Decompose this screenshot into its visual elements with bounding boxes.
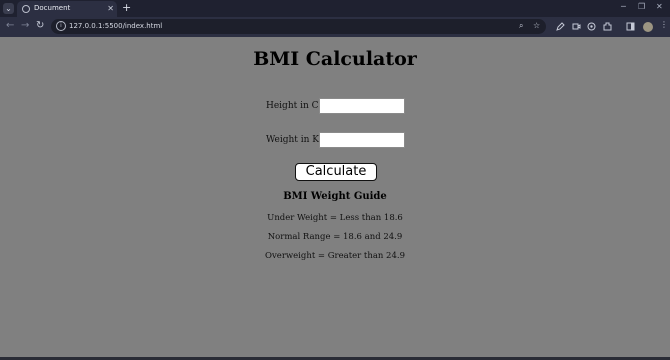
page-title: BMI Calculator xyxy=(253,48,417,70)
site-info-icon[interactable]: i xyxy=(56,21,66,31)
url-text[interactable]: 127.0.0.1:5500/index.html xyxy=(69,22,162,30)
tab-title: Document xyxy=(34,4,71,12)
tab-document[interactable]: Document ✕ xyxy=(17,1,117,17)
media-icon[interactable] xyxy=(572,22,581,31)
back-icon[interactable]: ← xyxy=(6,20,14,32)
close-tab-icon[interactable]: ✕ xyxy=(107,4,114,13)
bookmark-star-icon[interactable]: ☆ xyxy=(533,21,540,30)
browser-toolbar: ← → ↻ i 127.0.0.1:5500/index.html ⌕ ☆ ⋮ xyxy=(0,17,670,37)
tab-strip: ⌄ Document ✕ + ─ ❐ ✕ xyxy=(0,0,670,17)
edit-icon[interactable] xyxy=(556,22,565,31)
forward-icon[interactable]: → xyxy=(21,20,29,32)
tab-search-icon[interactable]: ⌄ xyxy=(3,3,14,14)
address-bar[interactable]: i 127.0.0.1:5500/index.html ⌕ ☆ xyxy=(51,19,546,34)
menu-icon[interactable]: ⋮ xyxy=(660,20,668,29)
extension-circle-icon[interactable] xyxy=(587,22,596,31)
sidebar-icon[interactable] xyxy=(626,22,635,31)
guide-overweight: Overweight = Greater than 24.9 xyxy=(265,251,405,261)
new-tab-button[interactable]: + xyxy=(122,2,131,14)
calculate-button[interactable]: Calculate xyxy=(295,163,377,181)
close-window-button[interactable]: ✕ xyxy=(656,2,663,11)
reload-icon[interactable]: ↻ xyxy=(36,20,44,32)
height-input[interactable] xyxy=(319,98,405,114)
weight-input[interactable] xyxy=(319,132,405,148)
guide-underweight: Under Weight = Less than 18.6 xyxy=(267,213,403,223)
minimize-button[interactable]: ─ xyxy=(621,2,626,11)
guide-normal: Normal Range = 18.6 and 24.9 xyxy=(267,232,403,242)
extension-icon[interactable] xyxy=(603,22,612,31)
restore-button[interactable]: ❐ xyxy=(638,2,645,11)
avatar[interactable] xyxy=(643,22,653,32)
guide-title: BMI Weight Guide xyxy=(283,191,387,202)
zoom-icon[interactable]: ⌕ xyxy=(519,21,523,31)
favicon-icon xyxy=(22,5,30,13)
